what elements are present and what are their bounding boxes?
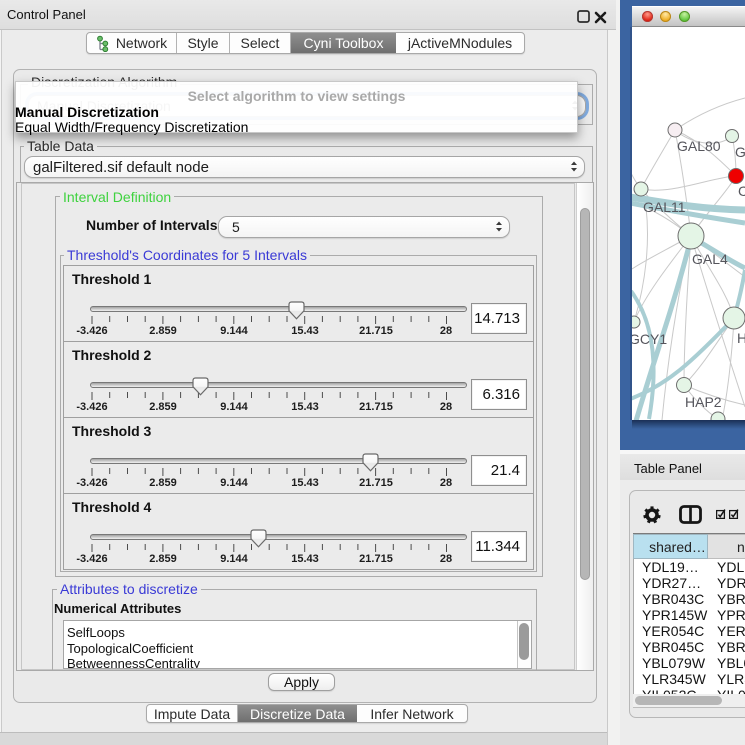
svg-text:GAL4: GAL4 <box>692 251 728 267</box>
svg-text:H: H <box>737 330 745 346</box>
svg-text:GAL11: GAL11 <box>643 199 686 215</box>
svg-text:GAL80: GAL80 <box>677 138 721 154</box>
svg-text:C: C <box>738 183 745 199</box>
svg-text:GA: GA <box>735 144 745 160</box>
svg-text:HAP2: HAP2 <box>685 394 722 410</box>
svg-text:GCY1: GCY1 <box>632 331 667 347</box>
